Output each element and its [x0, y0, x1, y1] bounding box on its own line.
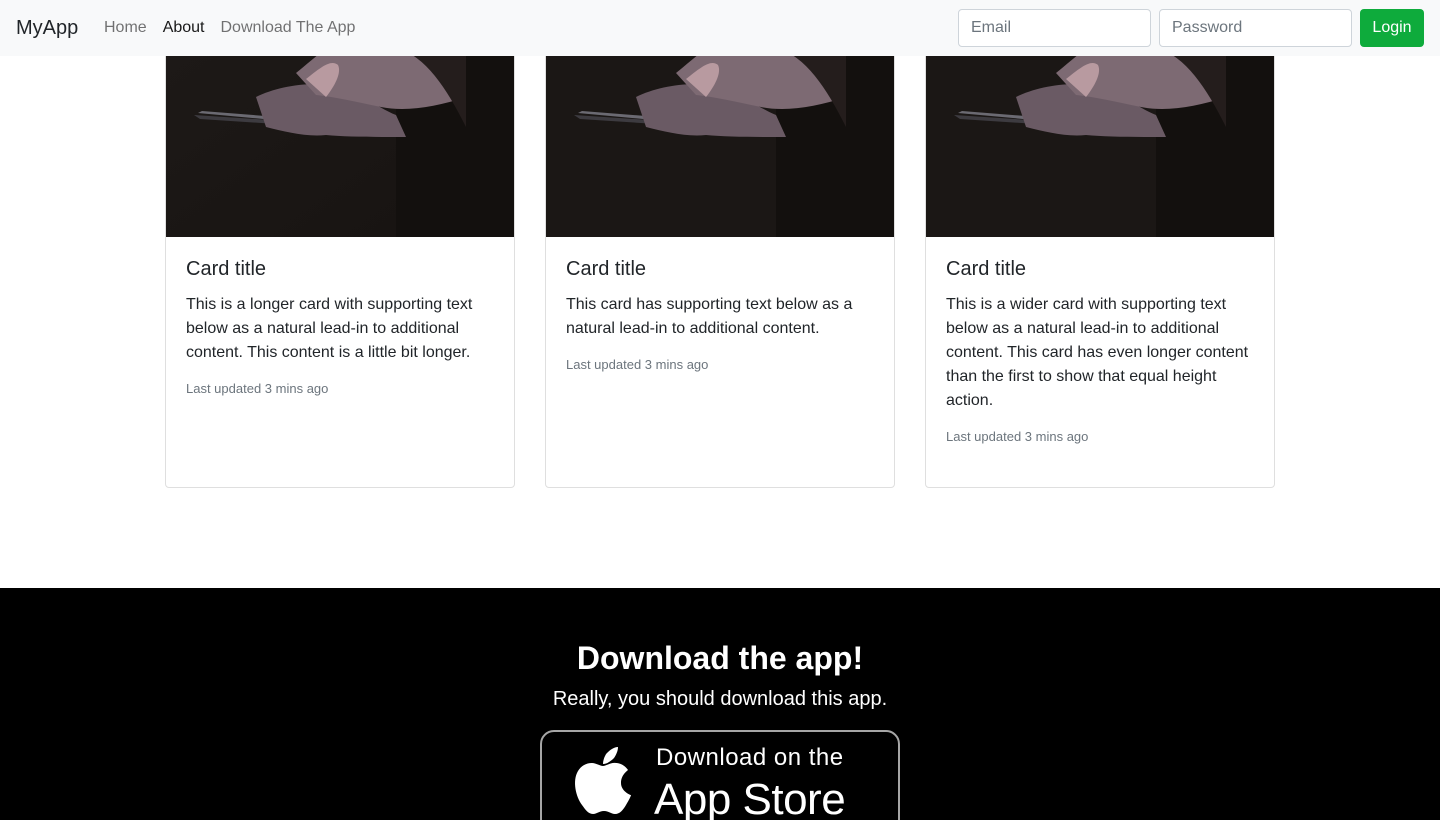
download-subtitle: Really, you should download this app.: [552, 688, 888, 710]
app-store-badge[interactable]: Download on the App Store: [540, 730, 900, 820]
download-section: Download the app! Really, you should dow…: [0, 588, 1440, 820]
brand-logo[interactable]: MyApp: [16, 14, 78, 42]
email-input[interactable]: [958, 9, 1151, 47]
card-body: Card title This is a wider card with sup…: [926, 237, 1274, 465]
password-input[interactable]: [1159, 9, 1352, 47]
login-button[interactable]: Login: [1360, 9, 1424, 47]
card-text: This card has supporting text below as a…: [566, 296, 853, 337]
card-title: Card title: [186, 258, 267, 280]
card-title: Card title: [566, 258, 647, 280]
badge-line2: App Store: [654, 775, 846, 820]
card-updated: Last updated 3 mins ago: [946, 429, 1089, 444]
badge-line1: Download on the: [656, 744, 844, 771]
navbar: MyApp Home About Download The App Login: [0, 0, 1440, 56]
nav-link-about[interactable]: About: [163, 16, 205, 40]
card: Card title This card has supporting text…: [545, 0, 895, 488]
card-updated: Last updated 3 mins ago: [186, 381, 329, 396]
card-title: Card title: [946, 258, 1027, 280]
nav-links: Home About Download The App: [104, 16, 355, 40]
card-updated: Last updated 3 mins ago: [566, 357, 709, 372]
nav-link-home[interactable]: Home: [104, 16, 147, 40]
card-body: Card title This is a longer card with su…: [166, 237, 514, 417]
card-text: This is a wider card with supporting tex…: [946, 296, 1249, 409]
card-body: Card title This card has supporting text…: [546, 237, 894, 393]
card: Card title This is a longer card with su…: [165, 0, 515, 488]
apple-icon: [575, 747, 631, 814]
card: Card title This is a wider card with sup…: [925, 0, 1275, 488]
download-title: Download the app!: [576, 640, 864, 676]
card-text: This is a longer card with supporting te…: [186, 296, 473, 361]
login-form: Login: [958, 9, 1424, 47]
nav-link-download[interactable]: Download The App: [221, 16, 356, 40]
